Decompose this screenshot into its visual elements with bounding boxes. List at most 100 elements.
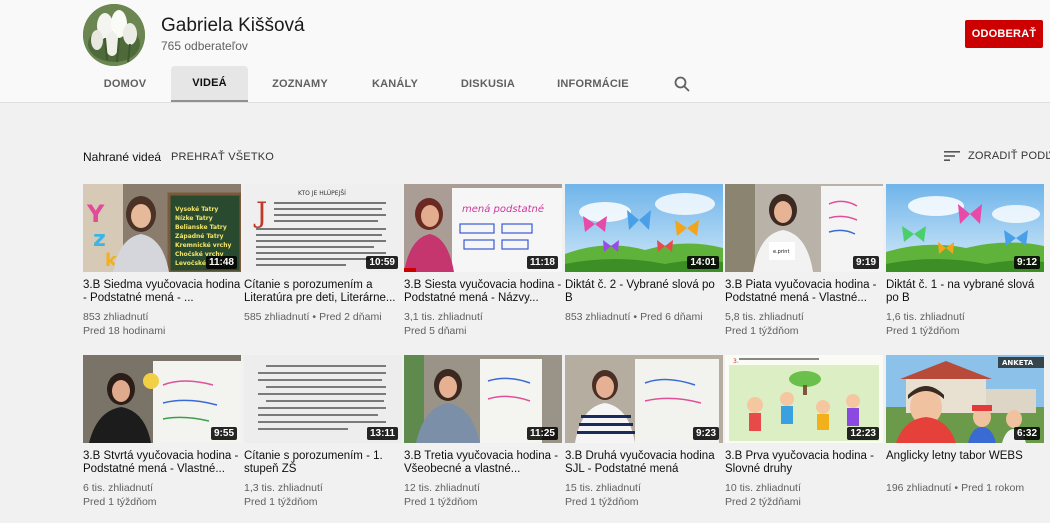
tab-videos[interactable]: VIDEÁ <box>171 66 248 102</box>
video-duration: 11:25 <box>526 427 558 440</box>
video-thumbnail[interactable]: 13:11 <box>244 355 402 443</box>
sort-icon <box>944 151 960 161</box>
video-thumbnail[interactable]: Y z k Vysoké Tatry Nízke Tatry Belianske… <box>83 184 241 272</box>
video-card[interactable]: 14:01 Diktát č. 2 - Vybrané slová po B 8… <box>565 184 723 324</box>
video-meta: 15 tis. zhliadnutí Pred 1 týždňom <box>565 481 723 509</box>
video-thumbnail[interactable]: 11:25 <box>404 355 562 443</box>
video-age: Pred 2 dňami <box>319 311 382 323</box>
video-duration: 12:23 <box>847 427 879 440</box>
video-card[interactable]: Y z k Vysoké Tatry Nízke Tatry Belianske… <box>83 184 241 338</box>
video-card[interactable]: 3. 12:23 3.B Prva vyučovacia hodina - Sl… <box>725 355 883 509</box>
video-thumbnail[interactable]: 9:55 <box>83 355 241 443</box>
video-thumbnail[interactable]: 14:01 <box>565 184 723 272</box>
tab-home[interactable]: DOMOV <box>94 66 156 102</box>
video-thumbnail[interactable]: 3. 12:23 <box>725 355 883 443</box>
tab-channels[interactable]: KANÁLY <box>362 66 428 102</box>
video-card[interactable]: KTO JE HLÚPEJŠÍ J 10:59 Čítanie s porozu… <box>244 184 402 324</box>
channel-tabs: DOMOV VIDEÁ ZOZNAMY KANÁLY DISKUSIA INFO… <box>0 66 1050 102</box>
svg-text:mená podstatné: mená podstatné <box>462 203 544 215</box>
channel-avatar[interactable] <box>83 4 145 66</box>
video-thumbnail[interactable]: mená podstatné 11:18 <box>404 184 562 272</box>
video-title[interactable]: Čítanie s porozumením - 1. stupeň ZŠ <box>244 450 402 476</box>
subscribe-button[interactable]: ODOBERAŤ <box>965 20 1043 48</box>
svg-text:ANKETA: ANKETA <box>1002 359 1034 367</box>
video-card[interactable]: ANKETA 6:32 Anglicky letny tabor WEBS 19… <box>886 355 1044 495</box>
svg-text:Nízke Tatry: Nízke Tatry <box>175 215 213 222</box>
video-age: Pred 1 týždňom <box>565 496 639 508</box>
video-views: 196 zhliadnutí <box>886 482 952 494</box>
svg-text:Y: Y <box>86 200 105 228</box>
video-views: 853 zhliadnutí <box>83 311 149 323</box>
video-thumbnail[interactable]: KTO JE HLÚPEJŠÍ J 10:59 <box>244 184 402 272</box>
svg-text:Západné Tatry: Západné Tatry <box>175 233 224 240</box>
video-views: 15 tis. zhliadnutí <box>565 482 641 494</box>
video-age: Pred 1 týždňom <box>244 496 318 508</box>
video-age: Pred 18 hodinami <box>83 325 166 337</box>
channel-header: Gabriela Kiššová 765 odberateľov ODOBERA… <box>0 0 1050 103</box>
video-duration: 9:55 <box>210 427 237 440</box>
video-duration: 6:32 <box>1013 427 1040 440</box>
video-duration: 9:19 <box>852 256 879 269</box>
tab-playlists[interactable]: ZOZNAMY <box>264 66 336 102</box>
svg-text:z: z <box>93 227 106 252</box>
video-title[interactable]: 3.B Piata vyučovacia hodina - Podstatné … <box>725 279 883 305</box>
video-card[interactable]: 11:25 3.B Tretia vyučovacia hodina - Vše… <box>404 355 562 509</box>
video-age: Pred 2 týždňami <box>725 496 801 508</box>
video-duration: 9:23 <box>692 427 719 440</box>
tab-discussion[interactable]: DISKUSIA <box>454 66 522 102</box>
video-meta: 10 tis. zhliadnutí Pred 2 týždňami <box>725 481 883 509</box>
video-title[interactable]: Anglicky letny tabor WEBS <box>886 450 1044 476</box>
tab-about[interactable]: INFORMÁCIE <box>551 66 635 102</box>
video-title[interactable]: 3.B Štvrtá vyučovacia hodina - Podstatné… <box>83 450 241 476</box>
video-views: 10 tis. zhliadnutí <box>725 482 801 494</box>
video-age: Pred 6 dňami <box>640 311 703 323</box>
sort-button[interactable]: ZORADIŤ PODĽA <box>944 146 1050 166</box>
video-title[interactable]: Diktát č. 1 - na vybrané slová po B <box>886 279 1044 305</box>
video-title[interactable]: 3.B Tretia vyučovacia hodina - Všeobecné… <box>404 450 562 476</box>
video-thumbnail[interactable]: ANKETA 6:32 <box>886 355 1044 443</box>
play-all-button[interactable]: PREHRAŤ VŠETKO <box>171 151 274 163</box>
video-title[interactable]: 3.B Prva vyučovacia hodina - Slovné druh… <box>725 450 883 476</box>
video-age: Pred 1 týždňom <box>886 325 960 337</box>
video-card[interactable]: mená podstatné 11:18 3.B Siesta vyučovac… <box>404 184 562 338</box>
video-meta: 196 zhliadnutí • Pred 1 rokom <box>886 482 1025 494</box>
video-views: 853 zhliadnutí <box>565 311 631 323</box>
video-thumbnail[interactable]: e.print 9:19 <box>725 184 883 272</box>
video-meta: 12 tis. zhliadnutí Pred 1 týždňom <box>404 481 562 509</box>
svg-text:e.print: e.print <box>773 249 789 255</box>
video-title[interactable]: Čítanie s porozumením a Literatúra pre d… <box>244 279 402 305</box>
video-card[interactable]: 9:12 Diktát č. 1 - na vybrané slová po B… <box>886 184 1044 338</box>
section-title: Nahrané videá <box>83 150 162 164</box>
video-thumbnail[interactable]: 9:12 <box>886 184 1044 272</box>
video-card[interactable]: 9:55 3.B Štvrtá vyučovacia hodina - Pods… <box>83 355 241 509</box>
video-age: Pred 1 týždňom <box>404 496 478 508</box>
svg-text:3.: 3. <box>733 358 739 365</box>
video-views: 1,6 tis. zhliadnutí <box>886 311 965 323</box>
video-views: 5,8 tis. zhliadnutí <box>725 311 804 323</box>
video-age: Pred 1 týždňom <box>725 325 799 337</box>
video-meta: 6 tis. zhliadnutí Pred 1 týždňom <box>83 481 241 509</box>
video-title[interactable]: 3.B Druhá vyučovacia hodina SJL - Podsta… <box>565 450 723 476</box>
video-duration: 14:01 <box>687 256 719 269</box>
video-meta: 1,6 tis. zhliadnutí Pred 1 týždňom <box>886 310 1044 338</box>
video-card[interactable]: 13:11 Čítanie s porozumením - 1. stupeň … <box>244 355 402 509</box>
svg-text:Belianske Tatry: Belianske Tatry <box>175 224 227 231</box>
video-title[interactable]: 3.B Siesta vyučovacia hodina - Podstatné… <box>404 279 562 305</box>
video-meta: 853 zhliadnutí • Pred 6 dňami <box>565 311 703 323</box>
video-views: 585 zhliadnutí <box>244 311 310 323</box>
video-meta: 5,8 tis. zhliadnutí Pred 1 týždňom <box>725 310 883 338</box>
video-duration: 11:18 <box>526 256 558 269</box>
svg-text:KTO JE HLÚPEJŠÍ: KTO JE HLÚPEJŠÍ <box>298 190 346 197</box>
video-duration: 13:11 <box>366 427 398 440</box>
search-icon[interactable] <box>673 75 691 93</box>
video-duration: 9:12 <box>1013 256 1040 269</box>
video-title[interactable]: Diktát č. 2 - Vybrané slová po B <box>565 279 723 305</box>
subscriber-count: 765 odberateľov <box>161 39 248 53</box>
video-title[interactable]: 3.B Siedma vyučovacia hodina - Podstatné… <box>83 279 241 305</box>
video-grid: Y z k Vysoké Tatry Nízke Tatry Belianske… <box>83 184 1050 523</box>
video-views: 6 tis. zhliadnutí <box>83 482 154 494</box>
video-age: Pred 1 rokom <box>961 482 1025 494</box>
video-thumbnail[interactable]: 9:23 <box>565 355 723 443</box>
video-card[interactable]: 9:23 3.B Druhá vyučovacia hodina SJL - P… <box>565 355 723 509</box>
video-card[interactable]: e.print 9:19 3.B Piata vyučovacia hodina… <box>725 184 883 338</box>
